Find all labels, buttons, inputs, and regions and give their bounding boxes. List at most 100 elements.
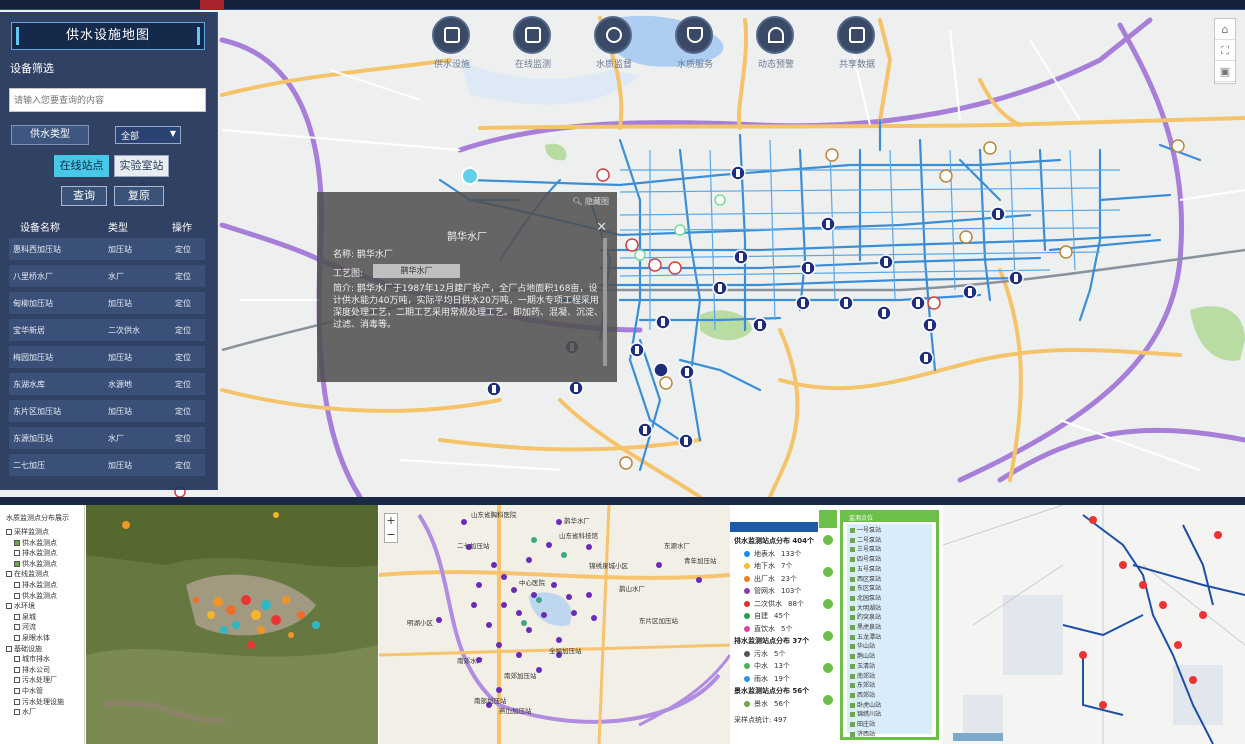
tree-item[interactable]: 污水处理设施 xyxy=(0,697,84,708)
locate-link[interactable]: 定位 xyxy=(175,298,191,309)
nav-online-monitor[interactable]: 在线监测 xyxy=(511,16,553,70)
list-item[interactable]: 四号泵站 xyxy=(850,555,932,565)
list-item[interactable]: 五号泵站 xyxy=(850,565,932,575)
list-body[interactable]: 一号泵站 二号泵站 三号泵站 四号泵站 五号泵站 西区泵站 东区泵站 北园泵站 大明湖站 趵突泉站… xyxy=(847,524,932,738)
locate-link[interactable]: 定位 xyxy=(175,325,191,336)
tree-item[interactable]: 泉城 xyxy=(0,612,84,623)
tree-item[interactable]: 采样监测点 xyxy=(0,527,84,538)
list-item[interactable]: 东区泵站 xyxy=(850,584,932,594)
checkbox[interactable] xyxy=(6,645,12,652)
checkbox[interactable] xyxy=(850,712,855,718)
search-input[interactable] xyxy=(9,88,206,112)
checkbox[interactable] xyxy=(850,683,855,689)
table-row[interactable]: 东湖水库 水源地 定位 xyxy=(9,373,205,395)
tree-item[interactable]: 供水监测点 xyxy=(0,591,84,602)
nav-water-quality[interactable]: 水质监督 xyxy=(592,16,634,70)
checkbox[interactable] xyxy=(6,603,12,610)
checkbox[interactable] xyxy=(850,644,855,650)
reset-button[interactable]: 复原 xyxy=(114,186,164,206)
checkbox[interactable] xyxy=(850,605,855,611)
checkbox[interactable] xyxy=(14,581,20,588)
supply-type-select[interactable]: 全部 ▼ xyxy=(115,126,181,144)
list-item[interactable]: 田庄站 xyxy=(850,720,932,730)
list-item[interactable]: 玉清站 xyxy=(850,662,932,672)
popup-scrollbar[interactable] xyxy=(603,238,607,366)
checkbox[interactable] xyxy=(14,666,20,673)
top-map-view[interactable]: 供水设施 在线监测 水质监督 水质服务 动态预警 共享数据 ⌂ ⛶ ▣ 供水设施… xyxy=(0,0,1245,497)
table-row[interactable]: 梅园加压站 加压站 定位 xyxy=(9,346,205,368)
checkbox[interactable] xyxy=(14,550,20,557)
list-item[interactable]: 东郊站 xyxy=(850,681,932,691)
tree-item[interactable]: 排水公司 xyxy=(0,665,84,676)
table-row[interactable]: 宝华新居 二次供水 定位 xyxy=(9,319,205,341)
checkbox[interactable] xyxy=(850,673,855,679)
checkbox[interactable] xyxy=(14,592,20,599)
checkbox[interactable] xyxy=(850,692,855,698)
tree-item[interactable]: 基础设施 xyxy=(0,644,84,655)
nav-supply-facility[interactable]: 供水设施 xyxy=(430,16,472,70)
locate-link[interactable]: 定位 xyxy=(175,460,191,471)
checkbox[interactable] xyxy=(14,709,20,716)
list-item[interactable]: 西区泵站 xyxy=(850,575,932,585)
list-item[interactable]: 北园泵站 xyxy=(850,594,932,604)
checkbox[interactable] xyxy=(850,634,855,640)
tree-item[interactable]: 供水监测点 xyxy=(0,559,84,570)
checkbox[interactable] xyxy=(850,547,855,553)
table-row[interactable]: 八里桥水厂 水厂 定位 xyxy=(9,265,205,287)
locate-link[interactable]: 定位 xyxy=(175,379,191,390)
table-row[interactable]: 二七加压 加压站 定位 xyxy=(9,454,205,476)
list-item[interactable]: 西郊站 xyxy=(850,691,932,701)
checkbox[interactable] xyxy=(850,663,855,669)
tree-item[interactable]: 河流 xyxy=(0,622,84,633)
tree-item[interactable]: 排水监测点 xyxy=(0,548,84,559)
list-item[interactable]: 锦绣川站 xyxy=(850,710,932,720)
home-icon[interactable]: ⌂ xyxy=(1215,19,1235,40)
checkbox[interactable] xyxy=(14,687,20,694)
list-item[interactable]: 三号泵站 xyxy=(850,545,932,555)
list-item[interactable]: 卧虎山站 xyxy=(850,701,932,711)
tree-item[interactable]: 泉眼水体 xyxy=(0,633,84,644)
nav-dynamic-alert[interactable]: 动态预警 xyxy=(754,16,796,70)
checkbox[interactable] xyxy=(14,539,20,546)
tree-item[interactable]: 供水监测点 xyxy=(0,538,84,549)
lab-sites-button[interactable]: 实验室站点 xyxy=(114,155,169,192)
list-item[interactable]: 五龙潭站 xyxy=(850,633,932,643)
locate-link[interactable]: 定位 xyxy=(175,406,191,417)
checkbox[interactable] xyxy=(850,566,855,572)
fullscreen-icon[interactable]: ⛶ xyxy=(1215,40,1235,61)
checkbox[interactable] xyxy=(850,537,855,543)
online-sites-button[interactable]: 在线站点 xyxy=(54,155,109,177)
checkbox[interactable] xyxy=(14,677,20,684)
table-row[interactable]: 惠科西加压站 加压站 定位 xyxy=(9,238,205,260)
tree-item[interactable]: 城市排水 xyxy=(0,654,84,665)
list-item[interactable]: 一号泵站 xyxy=(850,526,932,536)
locate-link[interactable]: 定位 xyxy=(175,433,191,444)
checkbox[interactable] xyxy=(850,557,855,563)
tree-item[interactable]: 水环境 xyxy=(0,601,84,612)
checkbox[interactable] xyxy=(850,528,855,533)
checkbox[interactable] xyxy=(850,654,855,660)
tree-item[interactable]: 在线监测点 xyxy=(0,569,84,580)
list-item[interactable]: 南郊站 xyxy=(850,672,932,682)
checkbox[interactable] xyxy=(850,595,855,601)
checkbox[interactable] xyxy=(6,571,12,578)
layer-icon[interactable]: ▣ xyxy=(1215,61,1235,82)
checkbox[interactable] xyxy=(850,615,855,621)
list-item[interactable]: 大明湖站 xyxy=(850,604,932,614)
checkbox[interactable] xyxy=(850,576,855,582)
list-item[interactable]: 鹊山站 xyxy=(850,652,932,662)
list-item[interactable]: 华山站 xyxy=(850,642,932,652)
list-item[interactable]: 济西站 xyxy=(850,730,932,740)
table-row[interactable]: 甸柳加压站 加压站 定位 xyxy=(9,292,205,314)
checkbox[interactable] xyxy=(850,702,855,708)
checkbox[interactable] xyxy=(850,722,855,728)
street-map[interactable]: + − 山东省胸科医院 鹊华水厂 二七加压站 东源水厂 锦绣泉城小区 山东省科技馆… xyxy=(379,505,730,744)
process-diagram-button[interactable]: 鹊华水厂 xyxy=(373,264,460,278)
tree-item[interactable]: 污水处理厂 xyxy=(0,675,84,686)
checkbox[interactable] xyxy=(14,560,20,567)
nav-water-service[interactable]: 水质服务 xyxy=(673,16,715,70)
satellite-map[interactable] xyxy=(86,505,378,744)
checkbox[interactable] xyxy=(14,624,20,631)
list-item[interactable]: 趵突泉站 xyxy=(850,613,932,623)
tree-item[interactable]: 排水监测点 xyxy=(0,580,84,591)
